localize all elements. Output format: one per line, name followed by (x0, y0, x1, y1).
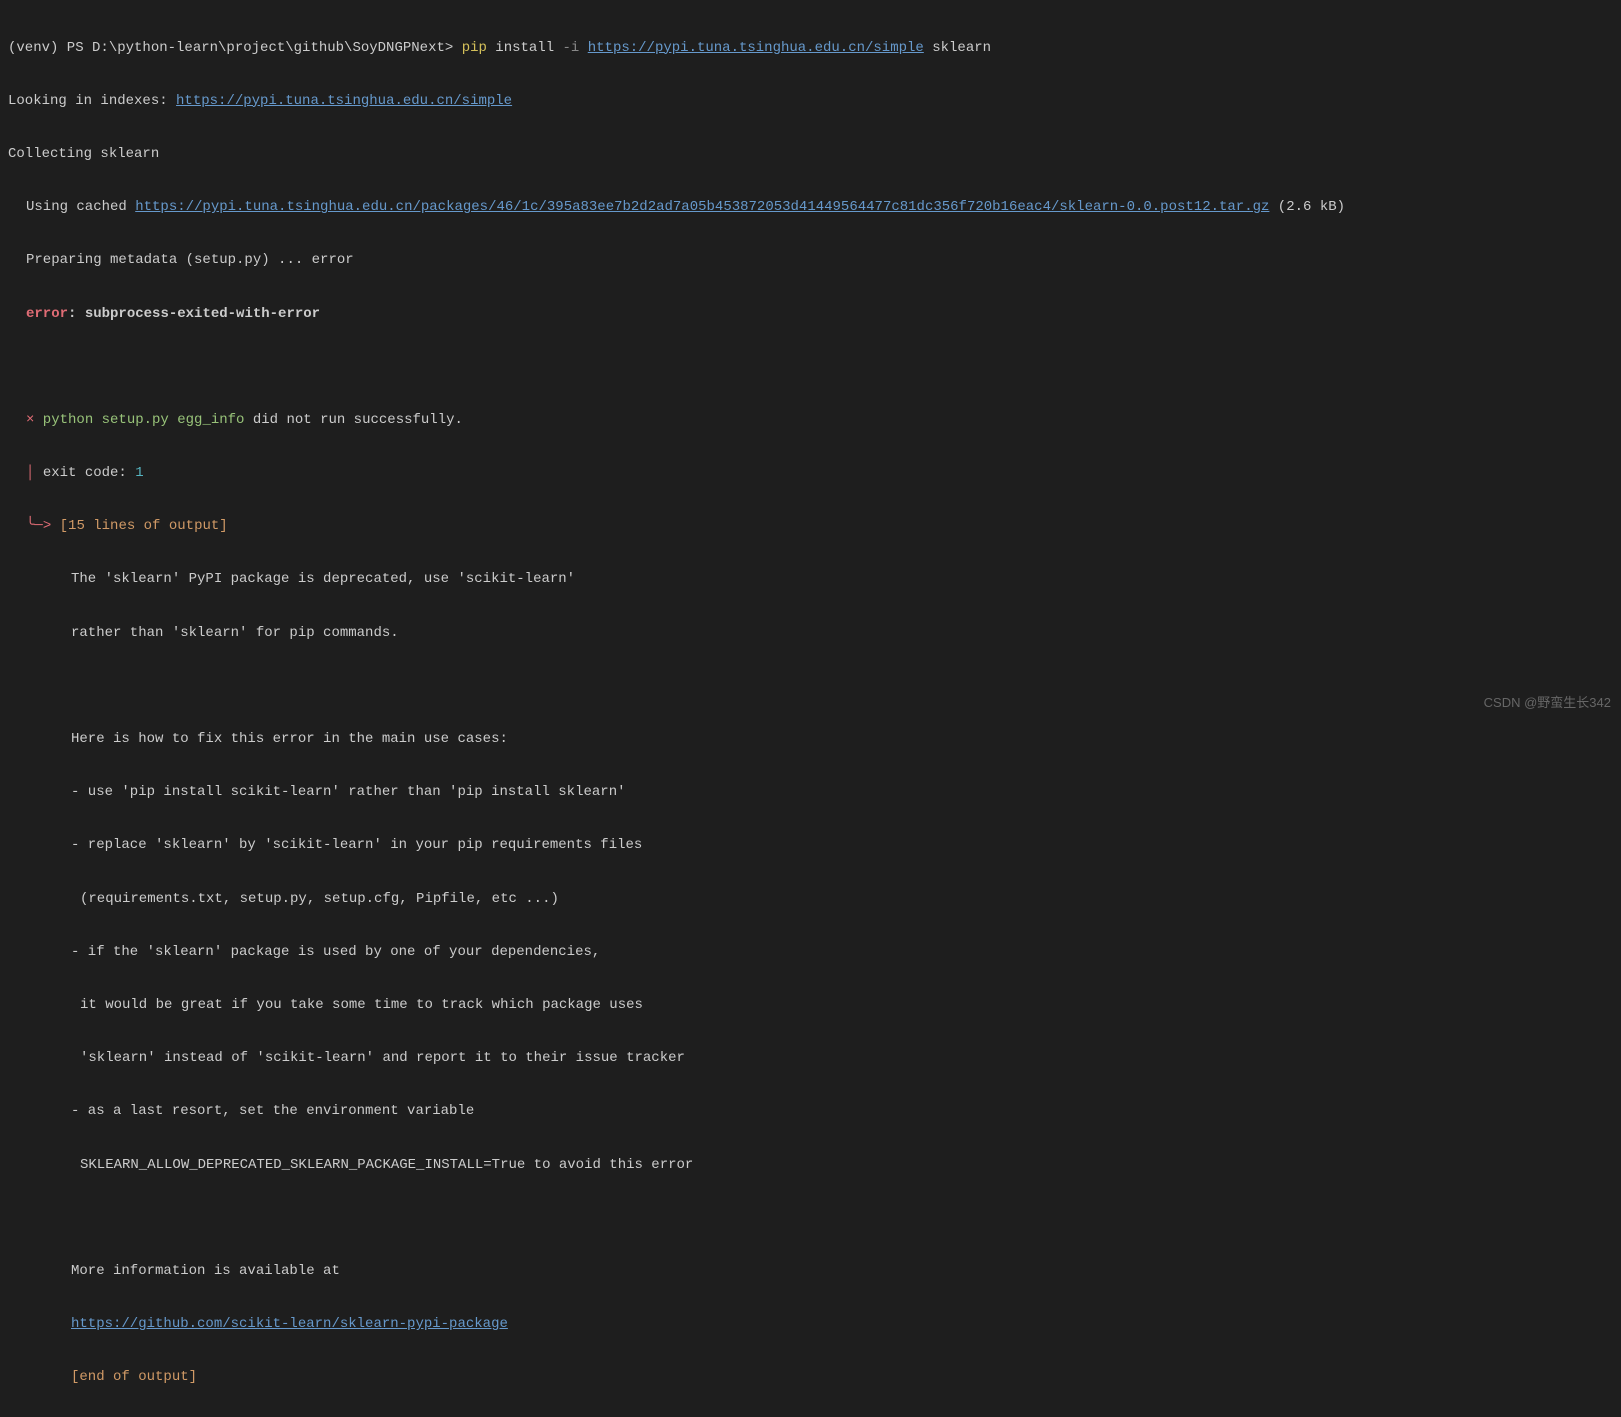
index-link[interactable]: https://pypi.tuna.tsinghua.edu.cn/simple (176, 93, 512, 109)
using-cached-line: Using cached https://pypi.tuna.tsinghua.… (8, 194, 1613, 221)
looking-indexes: Looking in indexes: https://pypi.tuna.ts… (8, 88, 1613, 115)
output-line: More information is available at (8, 1258, 1613, 1285)
shell-prompt: (venv) PS D:\python-learn\project\github… (8, 40, 462, 56)
more-info-link-line: https://github.com/scikit-learn/sklearn-… (8, 1311, 1613, 1338)
output-line: The 'sklearn' PyPI package is deprecated… (8, 566, 1613, 593)
terminal-output[interactable]: (venv) PS D:\python-learn\project\github… (8, 8, 1613, 1417)
blank-line (8, 673, 1613, 700)
subprocess-fail-line: × python setup.py egg_info did not run s… (8, 407, 1613, 434)
preparing-metadata: Preparing metadata (setup.py) ... error (8, 247, 1613, 274)
pip-command: pip (462, 40, 487, 56)
blank-line (8, 354, 1613, 381)
egg-word: egg_info (169, 412, 245, 428)
exit-code-value: 1 (135, 465, 143, 481)
command-line: (venv) PS D:\python-learn\project\github… (8, 35, 1613, 62)
error-message: subprocess-exited-with-error (85, 306, 320, 322)
output-line: - if the 'sklearn' package is used by on… (8, 939, 1613, 966)
watermark: CSDN @野蛮生长342 (1484, 691, 1611, 716)
python-word: python (34, 412, 93, 428)
error-line: error: subprocess-exited-with-error (8, 301, 1613, 328)
output-line: SKLEARN_ALLOW_DEPRECATED_SKLEARN_PACKAGE… (8, 1152, 1613, 1179)
output-line: it would be great if you take some time … (8, 992, 1613, 1019)
blank-line (8, 1205, 1613, 1232)
output-header-line: ╰─> [15 lines of output] (8, 513, 1613, 540)
output-line: - use 'pip install scikit-learn' rather … (8, 779, 1613, 806)
output-line: - as a last resort, set the environment … (8, 1098, 1613, 1125)
file-size: (2.6 kB) (1269, 199, 1345, 215)
arrow-icon: ╰─> (26, 518, 60, 534)
flag-i: -i (563, 40, 588, 56)
output-line: 'sklearn' instead of 'scikit-learn' and … (8, 1045, 1613, 1072)
pipe-icon: │ (26, 465, 43, 481)
exit-code-line: │ exit code: 1 (8, 460, 1613, 487)
github-link[interactable]: https://github.com/scikit-learn/sklearn-… (71, 1316, 508, 1332)
output-line: rather than 'sklearn' for pip commands. (8, 620, 1613, 647)
output-line: Here is how to fix this error in the mai… (8, 726, 1613, 753)
end-of-output: [end of output] (8, 1364, 1613, 1391)
package-name: sklearn (924, 40, 991, 56)
setup-word: setup.py (93, 412, 169, 428)
lines-of-output: [15 lines of output] (60, 518, 228, 534)
output-line: (requirements.txt, setup.py, setup.cfg, … (8, 886, 1613, 913)
output-line: - replace 'sklearn' by 'scikit-learn' in… (8, 832, 1613, 859)
index-url-link[interactable]: https://pypi.tuna.tsinghua.edu.cn/simple (588, 40, 924, 56)
error-label: error (26, 306, 68, 322)
collecting-line: Collecting sklearn (8, 141, 1613, 168)
package-url-link[interactable]: https://pypi.tuna.tsinghua.edu.cn/packag… (135, 199, 1269, 215)
